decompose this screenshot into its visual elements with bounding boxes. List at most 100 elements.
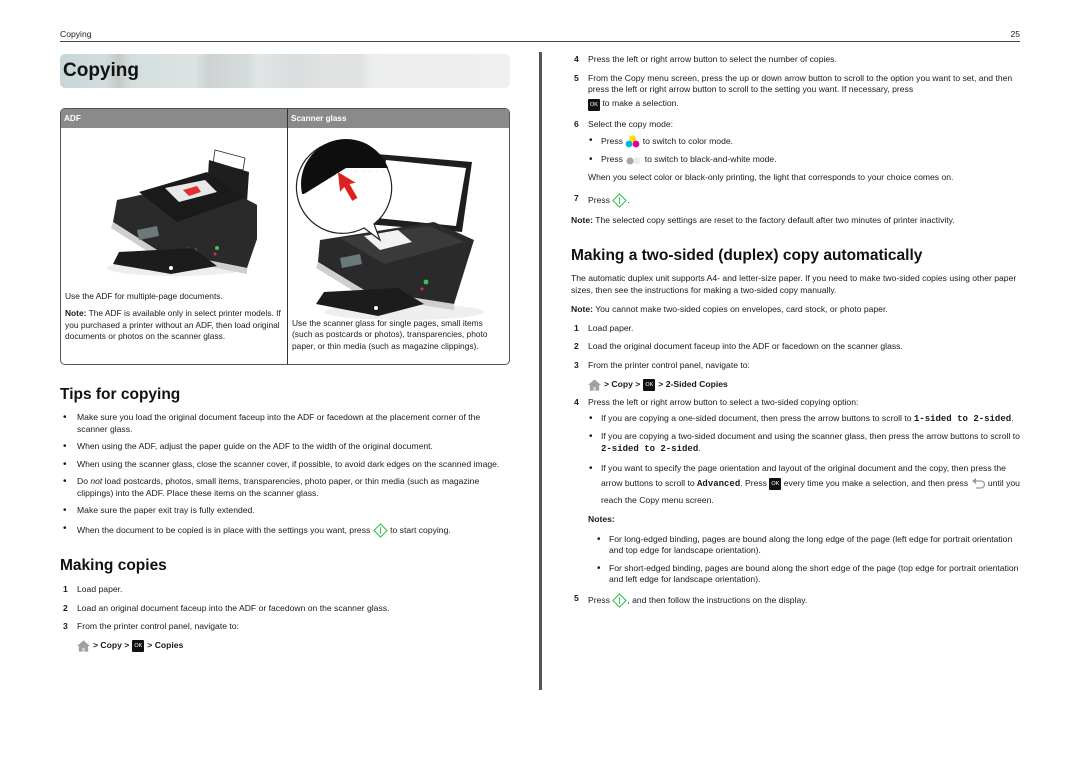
- tip-item: When using the scanner glass, close the …: [60, 458, 510, 471]
- copy-mode-options: Press to switch to color mode. Press to …: [588, 134, 1021, 166]
- option-item: If you want to specify the page orientat…: [588, 460, 1021, 508]
- tip-item: Do not load postcards, photos, small ite…: [60, 475, 510, 499]
- adf-note-text: The ADF is available only in select prin…: [65, 308, 281, 342]
- step-item: 6 Select the copy mode: Press to switch t…: [571, 119, 1021, 184]
- duplex-options: If you are copying a one-sided document,…: [588, 412, 1021, 508]
- step-item: 5 Press , and then follow the instruction…: [571, 593, 1021, 608]
- chapter-banner: Copying: [60, 54, 510, 88]
- nav-copies: > Copies: [147, 639, 184, 650]
- option-text: .: [1011, 413, 1014, 424]
- step-text: .: [627, 194, 630, 205]
- adf-vs-scanner-table: ADF Scanner glass Use the ADF for multip…: [60, 108, 510, 365]
- copy-settings-note: Note: The selected copy settings are res…: [571, 215, 1021, 227]
- step-number: 1: [63, 584, 68, 594]
- note-text: You cannot make two-sided copies on enve…: [592, 304, 888, 315]
- tip-item: When the document to be copied is in pla…: [60, 522, 510, 538]
- table-header-row: ADF Scanner glass: [61, 109, 509, 128]
- ok-button-icon: OK: [132, 639, 145, 652]
- start-button-icon: [372, 523, 388, 538]
- adf-note-label: Note:: [65, 308, 87, 319]
- option-item: Press to switch to black-and-white mode.: [588, 153, 1021, 166]
- duplex-steps-continued: 4 Press the left or right arrow button to…: [571, 397, 1021, 608]
- step-item: 3 From the printer control panel, navigat…: [60, 621, 510, 633]
- option-text: If you are copying a two-sided document …: [601, 431, 1020, 442]
- option-text: to switch to black-and-white mode.: [642, 154, 777, 165]
- color-mode-icon: [625, 135, 640, 148]
- option-item: If you are copying a one-sided document,…: [588, 412, 1021, 426]
- adf-description: Use the ADF for multiple-page documents.: [65, 291, 223, 301]
- scanner-glass-printer-illustration: [295, 139, 484, 320]
- step-text: Load paper.: [77, 584, 123, 594]
- table-header-scanner-glass: Scanner glass: [291, 114, 347, 123]
- running-header-section: Copying: [60, 29, 92, 39]
- right-column: 4 Press the left or right arrow button to…: [571, 54, 1021, 615]
- duplex-note: Note: You cannot make two-sided copies o…: [571, 304, 1021, 316]
- copy-steps-continued: 4 Press the left or right arrow button to…: [571, 54, 1021, 208]
- step-item: 3 From the printer control panel, navigat…: [571, 360, 1021, 372]
- duplex-intro: The automatic duplex unit supports A4- a…: [571, 273, 1017, 295]
- scanner-glass-description: Use the scanner glass for single pages, …: [292, 318, 488, 351]
- header-rule: [60, 41, 1020, 42]
- tip-item: Make sure you load the original document…: [60, 411, 510, 435]
- start-button-icon: [612, 192, 628, 208]
- step-number: 4: [574, 396, 579, 407]
- step-text: Load an original document faceup into th…: [77, 602, 390, 613]
- step-text: Load the original document faceup into t…: [588, 341, 903, 352]
- step-item: 2 Load the original document faceup into …: [571, 341, 1021, 353]
- step-item: 2 Load an original document faceup into t…: [60, 603, 510, 615]
- option-text: .: [698, 442, 701, 453]
- note-text: The selected copy settings are reset to …: [592, 214, 955, 225]
- step-item: 7 Press .: [571, 193, 1021, 208]
- tip-item: When using the ADF, adjust the paper gui…: [60, 440, 510, 453]
- ok-button-icon: OK: [769, 477, 782, 490]
- step-number: 2: [63, 602, 68, 613]
- tip-text: When the document to be copied is in pla…: [77, 524, 373, 535]
- option-text: every time you make a selection, and the…: [781, 478, 971, 489]
- ok-button-icon: OK: [588, 98, 600, 111]
- tip-text: Do: [77, 476, 91, 487]
- step-item: 4 Press the left or right arrow button to…: [571, 54, 1021, 66]
- step-text: From the printer control panel, navigate…: [588, 360, 750, 371]
- nav-2-sided-copies: > 2-Sided Copies: [658, 378, 728, 389]
- menu-option-code: Advanced: [697, 479, 741, 490]
- tip-item: Make sure the paper exit tray is fully e…: [60, 505, 510, 518]
- black-white-mode-icon: [626, 157, 641, 165]
- step-text: Press the left or right arrow button to …: [588, 396, 859, 407]
- step-number: 3: [574, 360, 579, 371]
- step-text: Select the copy mode:: [588, 118, 674, 129]
- step-number: 1: [574, 322, 579, 333]
- step-text: , and then follow the instructions on th…: [627, 594, 808, 605]
- column-divider: [539, 52, 542, 690]
- step-text: Press: [588, 194, 613, 205]
- step-item: 1 Load paper.: [571, 323, 1021, 335]
- adf-cell: Use the ADF for multiple-page documents.…: [61, 128, 288, 364]
- tip-emphasis: not: [90, 476, 103, 487]
- step-item: 4 Press the left or right arrow button to…: [571, 397, 1021, 586]
- step-text: From the Copy menu screen, press the up …: [588, 72, 1013, 95]
- step-text: Press: [588, 594, 613, 605]
- back-arrow-icon: [971, 478, 985, 490]
- notes-label: Notes:: [588, 513, 615, 524]
- menu-option-code: 1-sided to 2-sided: [913, 414, 1012, 425]
- step-text: Load paper.: [588, 322, 634, 333]
- navigation-path: > Copy > OK > Copies: [60, 639, 510, 652]
- option-item: If you are copying a two-sided document …: [588, 430, 1021, 455]
- chapter-title: Copying: [63, 60, 139, 81]
- step-text: From the printer control panel, navigate…: [77, 621, 239, 632]
- home-icon: [77, 640, 90, 652]
- step-item: 5 From the Copy menu screen, press the up…: [571, 73, 1021, 111]
- start-button-icon: [612, 593, 628, 608]
- nav-copy: > Copy >: [93, 639, 130, 650]
- left-column: Copying ADF Scanner glass Use the ADF fo…: [60, 54, 510, 652]
- tips-list: Make sure you load the original document…: [60, 411, 510, 538]
- home-icon: [588, 379, 601, 391]
- making-copies-heading: Making copies: [60, 557, 167, 575]
- option-text: Press: [601, 136, 626, 147]
- step-number: 5: [574, 592, 579, 603]
- step-number: 3: [63, 621, 68, 632]
- binding-notes: For long-edged binding, pages are bound …: [588, 533, 1021, 586]
- step-text: Press the left or right arrow button to …: [588, 54, 837, 64]
- adf-note: Note: The ADF is available only in selec…: [65, 308, 283, 342]
- option-item: Press to switch to color mode.: [588, 134, 1021, 148]
- step-number: 2: [574, 341, 579, 352]
